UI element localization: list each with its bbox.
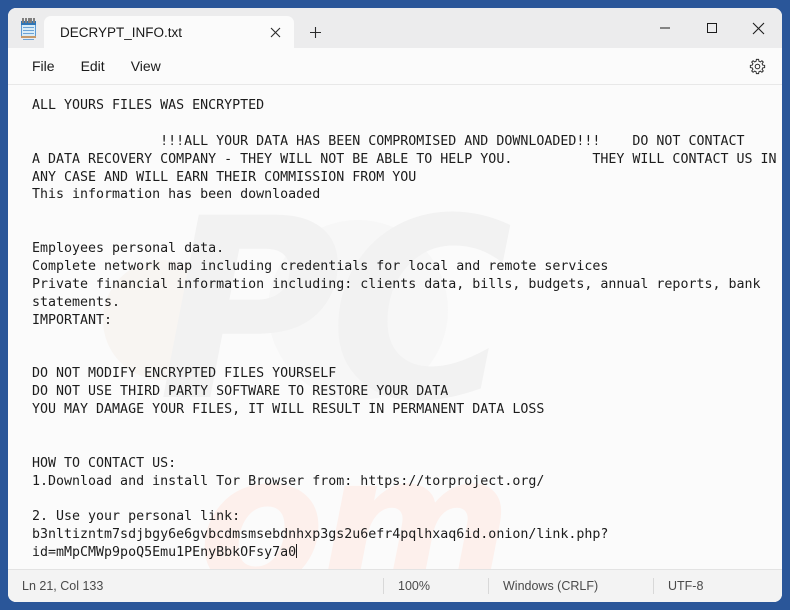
text-line (32, 491, 782, 509)
text-line: 2. Use your personal link: (32, 509, 241, 525)
text-line: Complete network map including credentia… (32, 259, 609, 275)
close-button[interactable] (735, 8, 782, 48)
text-line: b3nltizntm7sdjbgy6e6gvbcdmsmsebdnhxp3gs2… (32, 527, 609, 543)
status-zoom-level[interactable]: 100% (383, 578, 488, 594)
text-line: ANY CASE AND WILL EARN THEIR COMMISSION … (32, 169, 417, 185)
text-line: ALL YOURS FILES WAS ENCRYPTED (32, 98, 265, 113)
tab-close-icon[interactable] (262, 20, 288, 44)
text-line: This information has been downloaded (32, 187, 321, 203)
tab-decrypt-info[interactable]: DECRYPT_INFO.txt (44, 16, 294, 48)
text-line: 1.Download and install Tor Browser from:… (32, 473, 545, 489)
text-line: id=mMpCMWp9poQ5Emu1PEnyBbkOFsy7a0 (32, 544, 298, 561)
text-caret (296, 544, 298, 559)
maximize-button[interactable] (688, 8, 735, 48)
status-encoding[interactable]: UTF-8 (653, 578, 717, 594)
notepad-window: DECRYPT_INFO.txt File Edit View PC om AL… (8, 8, 782, 602)
text-line (32, 222, 782, 240)
tab-label: DECRYPT_INFO.txt (60, 24, 183, 40)
text-line: A DATA RECOVERY COMPANY - THEY WILL NOT … (32, 151, 777, 167)
menu-item-edit[interactable]: Edit (71, 54, 115, 78)
window-controls (641, 8, 782, 48)
text-line: Private financial information including:… (32, 276, 761, 292)
menu-item-file[interactable]: File (22, 54, 65, 78)
text-line (32, 115, 782, 133)
new-tab-icon[interactable] (300, 17, 330, 47)
gear-icon[interactable] (744, 53, 770, 79)
status-cursor-position: Ln 21, Col 133 (22, 579, 104, 593)
text-line: Employees personal data. (32, 241, 225, 257)
text-line (32, 347, 782, 365)
minimize-button[interactable] (641, 8, 688, 48)
text-line: DO NOT USE THIRD PARTY SOFTWARE TO RESTO… (32, 384, 449, 400)
text-line (32, 204, 782, 222)
text-line: statements. (32, 294, 121, 310)
status-bar: Ln 21, Col 133 100% Windows (CRLF) UTF-8 (8, 569, 782, 602)
text-line: YOU MAY DAMAGE YOUR FILES, IT WILL RESUL… (32, 402, 545, 418)
text-line: !!!ALL YOUR DATA HAS BEEN COMPROMISED AN… (32, 133, 745, 149)
menu-bar: File Edit View (8, 48, 782, 85)
text-line (32, 419, 782, 437)
text-line: IMPORTANT: (32, 312, 113, 328)
notepad-icon (20, 18, 38, 40)
text-line (32, 330, 782, 348)
status-line-ending[interactable]: Windows (CRLF) (488, 578, 653, 594)
menu-item-view[interactable]: View (121, 54, 171, 78)
text-line (32, 437, 782, 455)
text-line: DO NOT MODIFY ENCRYPTED FILES YOURSELF (32, 366, 337, 382)
text-line: HOW TO CONTACT US: (32, 455, 177, 471)
text-editor[interactable]: PC om ALL YOURS FILES WAS ENCRYPTED !!!A… (8, 85, 782, 569)
ransom-note-text[interactable]: ALL YOURS FILES WAS ENCRYPTED !!!ALL YOU… (8, 85, 782, 562)
title-bar: DECRYPT_INFO.txt (8, 8, 782, 48)
